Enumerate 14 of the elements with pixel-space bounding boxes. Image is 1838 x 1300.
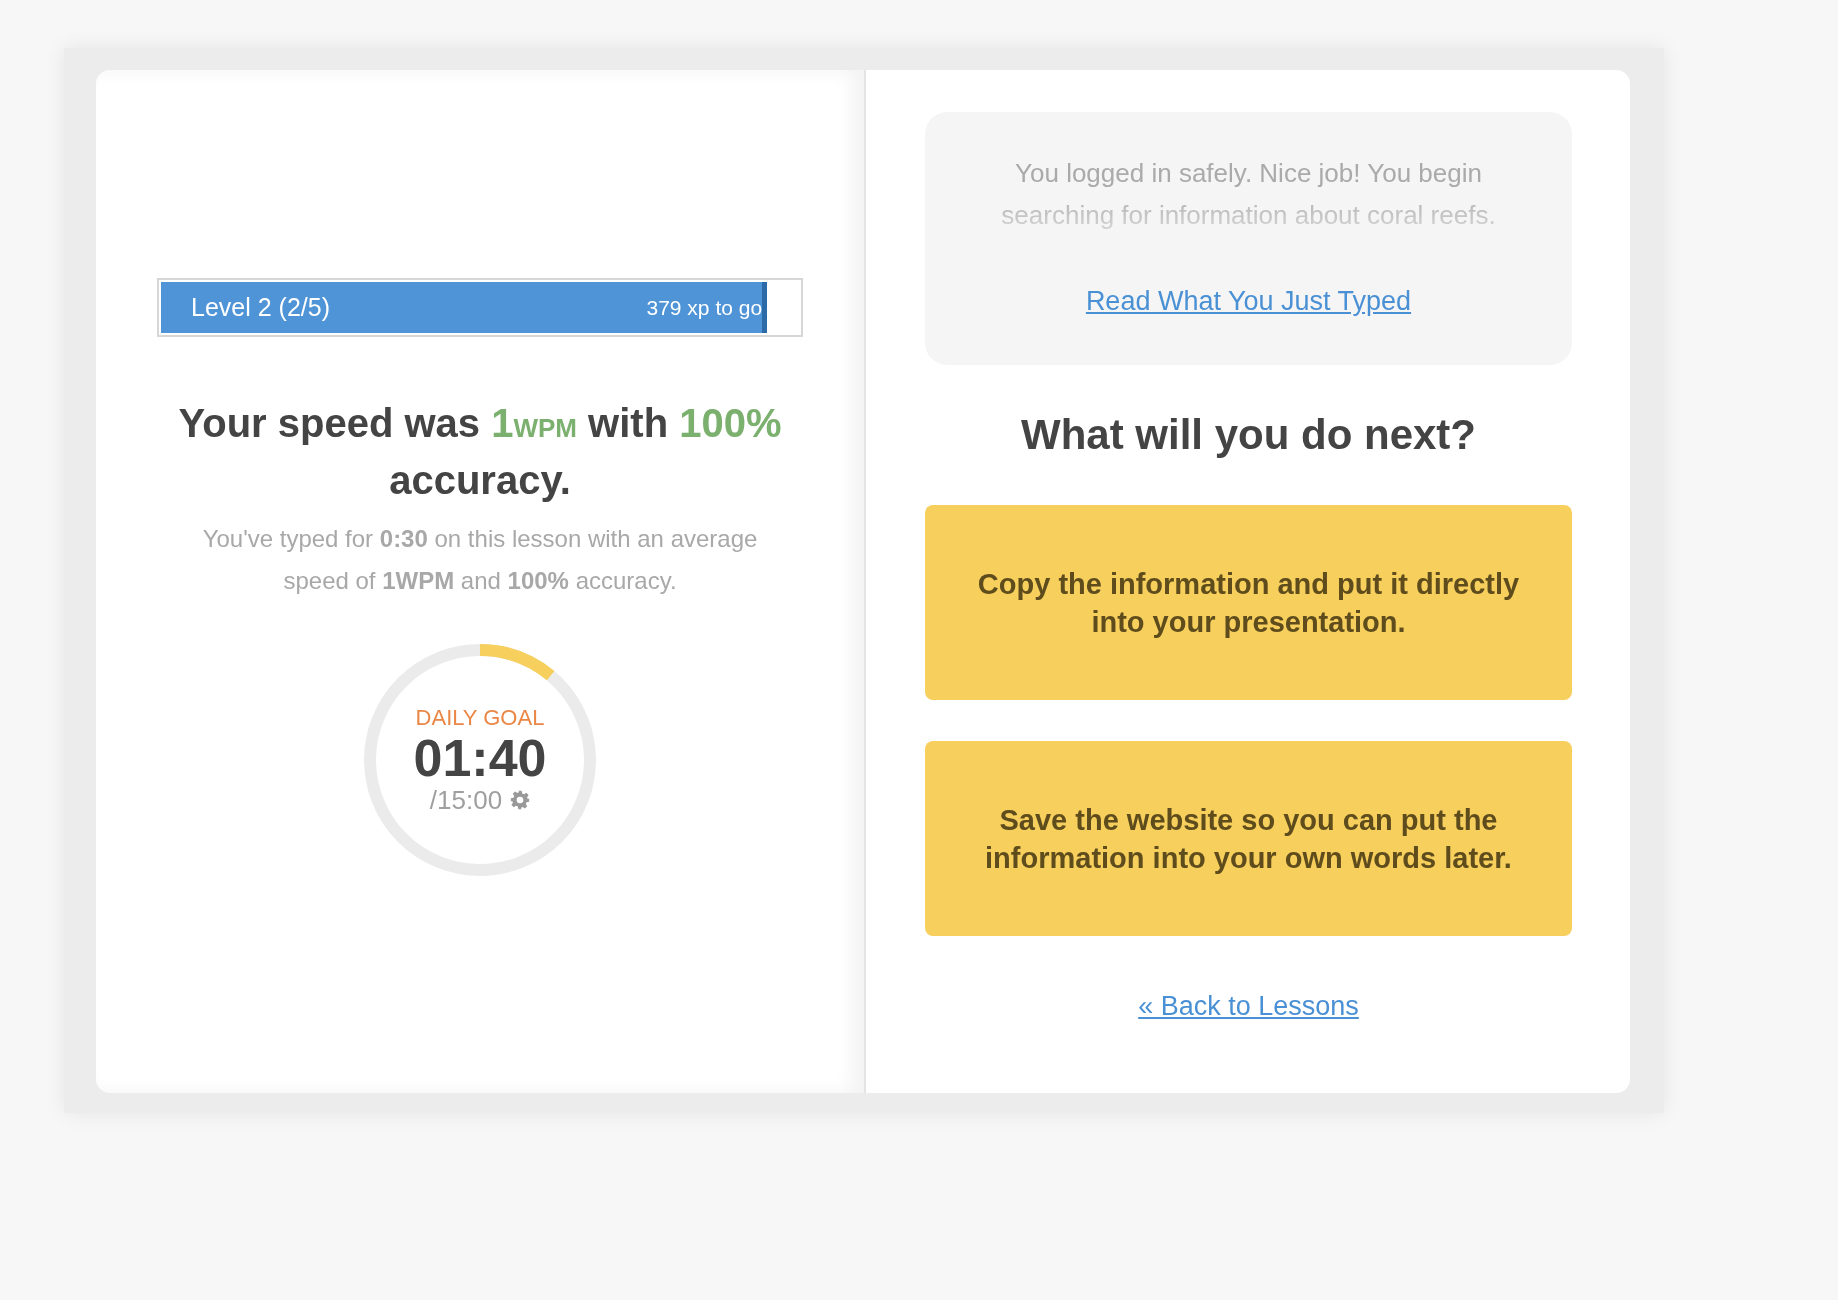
back-to-lessons-link[interactable]: « Back to Lessons bbox=[1138, 991, 1359, 1022]
xp-remaining: 379 xp to go bbox=[646, 295, 763, 320]
question-heading: What will you do next? bbox=[1021, 411, 1476, 459]
typing-summary: You've typed for 0:30 on this lesson with an average speed of 1WPM and 100% accuracy. bbox=[201, 524, 759, 596]
passage-text: You logged in safely. Nice job! You begin searching for information about coral reefs. bbox=[1000, 157, 1497, 232]
speed-result-heading: Your speed was 1WPM with 100% accuracy. bbox=[177, 400, 783, 504]
daily-goal-time: 01:40 bbox=[413, 730, 547, 785]
settings-icon[interactable] bbox=[510, 790, 531, 810]
level-label: Level 2 (2/5) bbox=[191, 293, 330, 322]
daily-goal-target: /15:00 bbox=[429, 784, 503, 816]
answer-choice[interactable]: Save the website so you can put the information into your own words later. bbox=[925, 741, 1572, 936]
read-typed-link[interactable]: Read What You Just Typed bbox=[1085, 286, 1412, 317]
answer-choice[interactable]: Copy the information and put it directly into your presentation. bbox=[925, 505, 1572, 700]
daily-goal-label: DAILY GOAL bbox=[415, 704, 545, 731]
